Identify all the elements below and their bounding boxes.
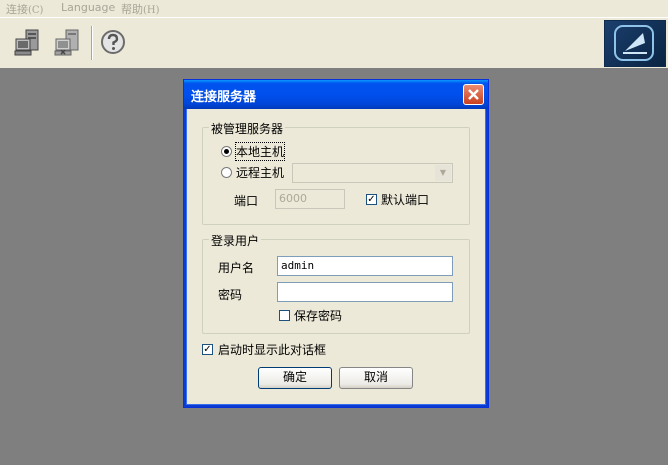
menu-help-key: (H)	[143, 5, 160, 16]
disconnect-server-icon	[54, 29, 79, 56]
cancel-button[interactable]: 取消	[339, 367, 413, 389]
password-label: 密码	[218, 288, 243, 302]
menu-help-label: 帮助	[121, 3, 143, 16]
logo-icon	[614, 25, 654, 61]
port-label: 端口	[234, 194, 259, 208]
managed-server-group-title: 被管理服务器	[209, 120, 286, 137]
connect-server-icon	[14, 29, 39, 56]
password-input[interactable]	[277, 282, 453, 302]
dialog-title: 连接服务器	[191, 90, 257, 105]
close-icon	[468, 89, 479, 100]
local-host-radio[interactable]	[221, 146, 232, 157]
dialog-titlebar[interactable]: 连接服务器	[184, 80, 488, 109]
menu-help[interactable]: 帮助(H)	[121, 1, 160, 17]
app-logo	[604, 20, 666, 67]
remote-host-select[interactable]: ▼	[292, 163, 453, 183]
save-password-checkbox[interactable]	[279, 310, 290, 321]
username-input[interactable]: admin	[277, 256, 453, 276]
connect-server-button[interactable]	[12, 27, 44, 59]
show-on-startup-label[interactable]: 启动时显示此对话框	[218, 341, 326, 358]
managed-server-group: 被管理服务器 本地主机 远程主机 ▼ 端口 6000 ✓ 默认端口	[202, 120, 470, 225]
menu-connect[interactable]: 连接(C)	[6, 1, 43, 17]
connect-server-dialog: 连接服务器 被管理服务器 本地主机 远程主机 ▼ 端口 6000 ✓ 默认端口 …	[183, 79, 489, 408]
login-user-group-title: 登录用户	[209, 232, 262, 249]
ok-button[interactable]: 确定	[258, 367, 332, 389]
port-input[interactable]: 6000	[275, 189, 345, 209]
default-port-checkbox[interactable]: ✓	[366, 194, 377, 205]
chevron-down-icon[interactable]: ▼	[435, 165, 451, 181]
close-button[interactable]	[463, 84, 484, 105]
toolbar	[0, 17, 668, 69]
menu-language[interactable]: Language	[61, 1, 115, 14]
username-label: 用户名	[218, 261, 255, 275]
login-user-group: 登录用户 用户名 admin 密码 保存密码	[202, 232, 470, 334]
disconnect-server-button[interactable]	[52, 27, 84, 59]
local-host-label[interactable]: 本地主机	[234, 142, 286, 161]
remote-host-label[interactable]: 远程主机	[236, 164, 284, 181]
default-port-label[interactable]: 默认端口	[381, 191, 429, 208]
menu-bar: 连接(C) Language 帮助(H)	[0, 0, 668, 16]
toolbar-separator	[91, 26, 93, 60]
help-button[interactable]	[98, 27, 130, 59]
help-icon	[101, 30, 125, 54]
show-on-startup-checkbox[interactable]: ✓	[202, 344, 213, 355]
menu-connect-key: (C)	[28, 5, 44, 16]
menu-connect-label: 连接	[6, 3, 28, 16]
save-password-label[interactable]: 保存密码	[294, 307, 342, 324]
remote-host-radio[interactable]	[221, 167, 232, 178]
